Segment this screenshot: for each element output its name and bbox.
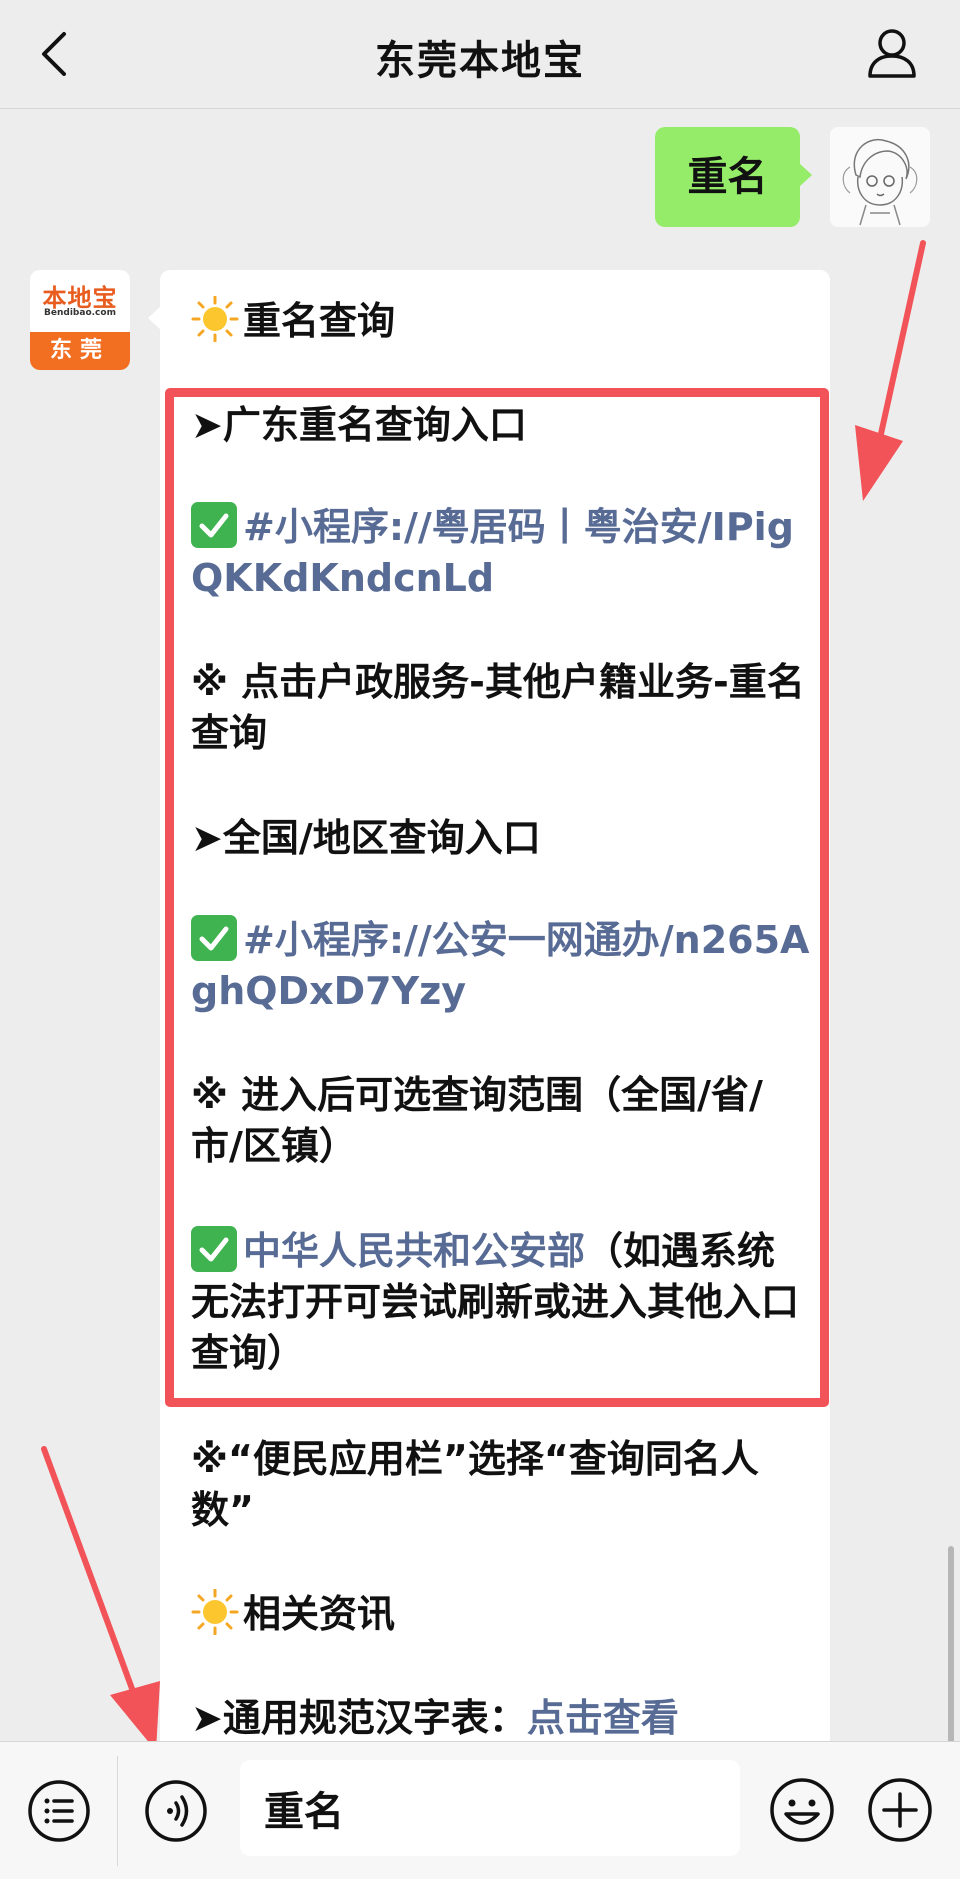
note-3-text: ※“便民应用栏”选择“查询同名人数” <box>191 1437 759 1532</box>
person-icon[interactable] <box>866 26 918 80</box>
guangdong-entry-label: ➤广东重名查询入口 <box>191 403 527 447</box>
note-1-text: ※ 点击户政服务-其他户籍业务-重名查询 <box>191 660 805 755</box>
input-bar <box>0 1741 960 1879</box>
national-entry-label: ➤全国/地区查询入口 <box>191 816 541 860</box>
annotation-arrow-right <box>855 240 926 501</box>
check-icon <box>191 915 237 961</box>
standard-chars-row: ➤通用规范汉字表：点击查看 <box>191 1693 811 1741</box>
top-nav-bar: 东莞本地宝 <box>0 0 960 109</box>
logo-top: 本地宝 Bendibao.com <box>30 270 130 332</box>
mini-program-2-link[interactable]: #小程序://公安一网通办/n265AghQDxD7Yzy <box>191 918 809 1013</box>
related-heading: 相关资讯 <box>191 1589 811 1640</box>
mini-program-2-row: #小程序://公安一网通办/n265AghQDxD7Yzy <box>191 915 811 1017</box>
ministry-link[interactable]: 中华人民共和公安部 <box>243 1229 585 1273</box>
check-icon <box>191 1226 237 1272</box>
emoji-icon[interactable] <box>768 1776 836 1844</box>
mini-program-1-link[interactable]: #小程序://粤居码丨粤治安/IPigQKKdKndcnLd <box>191 505 794 600</box>
input-bar-divider <box>117 1756 118 1866</box>
bot-avatar[interactable]: 本地宝 Bendibao.com 东莞 <box>30 270 130 370</box>
scrollbar[interactable] <box>948 1546 954 1741</box>
sun-icon <box>191 1589 239 1635</box>
logo-city-text: 东莞 <box>30 332 130 370</box>
standard-chars-link[interactable]: 点击查看 <box>527 1696 679 1740</box>
menu-list-icon[interactable] <box>26 1778 92 1844</box>
user-avatar[interactable] <box>830 127 930 227</box>
message-input[interactable] <box>240 1760 740 1856</box>
ministry-row: 中华人民共和公安部（如遇系统无法打开可尝试刷新或进入其他入口查询） <box>191 1226 811 1379</box>
plus-icon[interactable] <box>866 1776 934 1844</box>
chat-area[interactable]: 重名 本地宝 Bendibao.com 东莞 重名查询 ➤广东重名查询入口 #小… <box>0 109 960 1741</box>
page-title: 东莞本地宝 <box>375 38 585 84</box>
standard-chars-label: ➤通用规范汉字表： <box>191 1696 527 1740</box>
sent-message-bubble[interactable]: 重名 <box>655 127 812 227</box>
heading-query: 重名查询 <box>191 296 811 347</box>
logo-domain-text: Bendibao.com <box>44 308 116 318</box>
chevron-left-icon[interactable] <box>36 30 72 78</box>
heading-query-text: 重名查询 <box>243 299 396 343</box>
sun-icon <box>191 296 239 342</box>
related-heading-text: 相关资讯 <box>243 1592 396 1636</box>
mini-program-1-row: #小程序://粤居码丨粤治安/IPigQKKdKndcnLd <box>191 502 811 604</box>
voice-icon[interactable] <box>143 1778 209 1844</box>
avatar-sketch-icon <box>842 138 918 226</box>
note-2-text: ※ 进入后可选查询范围（全国/省/市/区镇） <box>191 1073 763 1168</box>
check-icon <box>191 502 237 548</box>
